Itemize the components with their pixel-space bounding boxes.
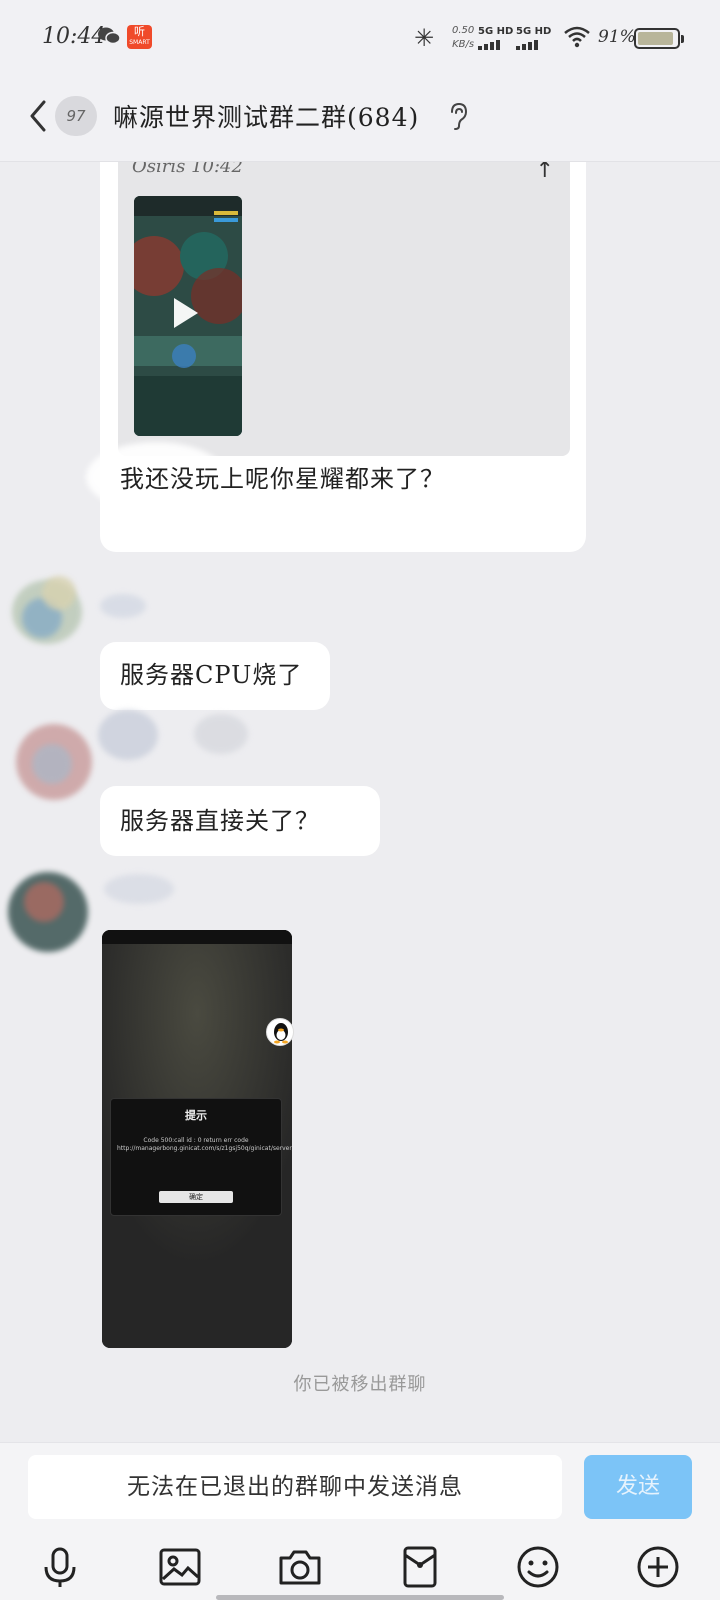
- network-speed: 0.50 KB/s: [452, 24, 474, 52]
- speed-value: 0.50: [452, 25, 475, 36]
- group-title[interactable]: 嘛源世界测试群二群(684): [113, 98, 419, 134]
- avatar[interactable]: [12, 714, 100, 802]
- speed-unit: KB/s: [452, 39, 475, 50]
- status-time: 10:44: [42, 24, 106, 49]
- back-arrow-icon[interactable]: [24, 96, 54, 136]
- app-badge-label: 听: [134, 25, 145, 38]
- signal-sim1: 5G HD: [478, 26, 513, 50]
- redaction-smudge: [100, 594, 146, 618]
- system-notice: 你已被移出群聊: [293, 1374, 427, 1395]
- mic-icon[interactable]: [36, 1543, 84, 1591]
- bluetooth-icon: ✳: [414, 24, 435, 52]
- quoted-author: Osiris 10:42: [132, 162, 243, 177]
- redaction-smudge: [98, 710, 158, 760]
- video-thumbnail[interactable]: [134, 196, 242, 436]
- message-text: 服务器CPU烧了: [120, 661, 303, 689]
- sim2-label: 5G HD: [516, 26, 552, 37]
- home-indicator[interactable]: [216, 1595, 504, 1600]
- wifi-icon: [564, 26, 590, 48]
- signal-sim2: 5G HD: [516, 26, 551, 50]
- quoted-message[interactable]: Osiris 10:42 ↑: [118, 162, 570, 456]
- listen-app-icon: 听 SMART: [127, 25, 152, 49]
- image-icon[interactable]: [156, 1543, 204, 1591]
- unread-count-badge[interactable]: 97: [55, 96, 97, 136]
- chat-area[interactable]: Osiris 10:42 ↑ 我还没玩上呢你星耀都来了？ 服务器CPU烧了 服务…: [0, 162, 720, 1442]
- send-button[interactable]: 发送: [584, 1455, 692, 1519]
- redaction-smudge: [104, 874, 174, 904]
- battery-percent: 91%: [598, 27, 636, 47]
- dialog-body: Code 500:call id : 0 return err code htt…: [117, 1137, 292, 1152]
- message-text: 服务器直接关了？: [120, 807, 320, 835]
- wechat-icon: [98, 27, 120, 45]
- message-bubble[interactable]: Osiris 10:42 ↑ 我还没玩上呢你星耀都来了？: [86, 162, 586, 552]
- message-bubble[interactable]: 服务器CPU烧了: [100, 642, 330, 710]
- avatar[interactable]: [4, 862, 92, 952]
- chat-header: 97 嘛源世界测试群二群(684): [0, 74, 720, 162]
- jump-to-original-icon[interactable]: ↑: [536, 162, 554, 183]
- play-icon[interactable]: [174, 298, 198, 328]
- message-bubble[interactable]: 服务器直接关了？: [100, 786, 380, 856]
- plus-icon[interactable]: [634, 1543, 682, 1591]
- dialog-title: 提示: [185, 1109, 207, 1122]
- input-bar: 无法在已退出的群聊中发送消息 发送: [0, 1442, 720, 1600]
- app-badge-sub: SMART: [129, 39, 150, 46]
- signal-bars-icon: [478, 40, 513, 50]
- status-bar: 10:44 听 SMART ✳ 0.50 KB/s 5G HD 5G HD 91…: [0, 0, 720, 74]
- message-input[interactable]: 无法在已退出的群聊中发送消息: [28, 1455, 562, 1519]
- avatar[interactable]: [8, 570, 96, 658]
- error-dialog: 提示 Code 500:call id : 0 return err code …: [110, 1098, 292, 1216]
- redaction-smudge: [194, 714, 248, 754]
- earpiece-mode-icon: [451, 102, 468, 130]
- message-text: 我还没玩上呢你星耀都来了？: [120, 465, 445, 493]
- image-message[interactable]: 提示 Code 500:call id : 0 return err code …: [102, 930, 292, 1348]
- dialog-confirm-button: 确定: [159, 1191, 233, 1203]
- red-packet-icon[interactable]: [396, 1543, 444, 1591]
- camera-icon[interactable]: [276, 1543, 324, 1591]
- emoji-icon[interactable]: [514, 1543, 562, 1591]
- qq-penguin-icon[interactable]: [266, 1018, 294, 1046]
- signal-bars-icon: [516, 40, 551, 50]
- battery-icon: [634, 28, 684, 49]
- sim1-label: 5G HD: [478, 26, 514, 37]
